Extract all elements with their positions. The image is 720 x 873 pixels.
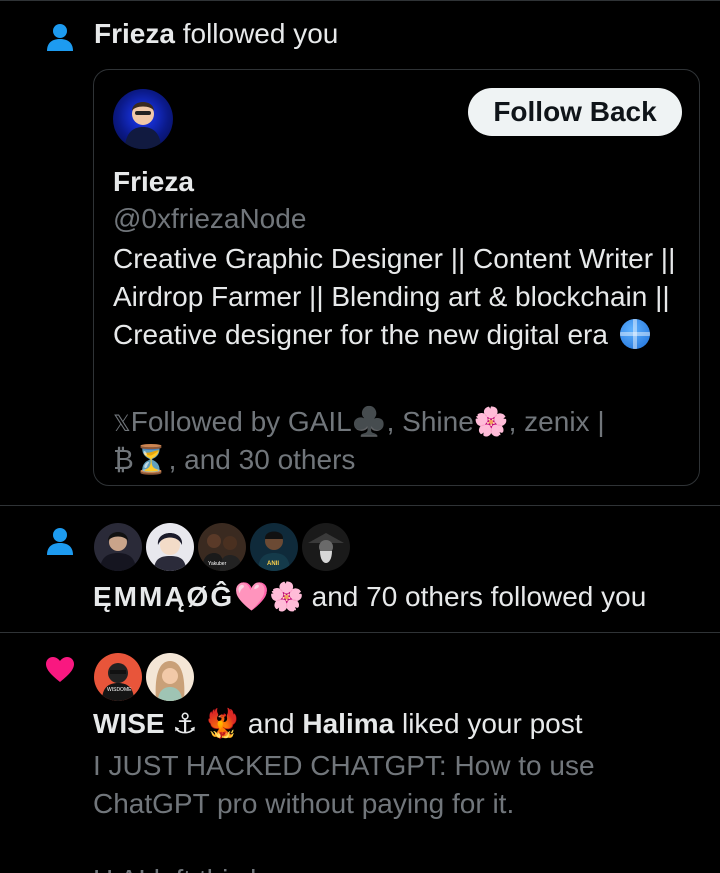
followed-by-summary[interactable]: 𝕏Followed by GAIL♣️, Shine🌸, zenix | ₿⏳,… [113,404,673,478]
notifications-page: Frieza followed you Follow Back Frieza @… [0,0,720,873]
avatar[interactable] [93,522,143,572]
globe-icon [619,319,650,349]
avatar[interactable] [145,652,195,702]
liked-post-preview[interactable]: I JUST HACKED CHATGPT: How to use ChatGP… [93,747,693,873]
follow-back-button[interactable]: Follow Back [468,88,682,136]
avatar[interactable]: Yakuber [197,522,247,572]
like-action-text: liked your post [401,708,583,739]
liker-name[interactable]: WISE ⚓ 🐦‍🔥 [93,708,240,739]
follower-name[interactable]: ĘMMĄØĜ [93,581,234,612]
follower-name[interactable]: Frieza [94,18,175,49]
avatar[interactable] [145,522,195,572]
avatar[interactable] [301,522,351,572]
like-notification[interactable]: WISDOME WISE ⚓ 🐦‍🔥 and Halima liked your… [0,633,720,873]
avatar[interactable] [113,89,173,149]
follow-notification-group[interactable]: Yakuber ANII ĘMMĄØĜ🩷🌸 and 70 others foll… [0,506,720,633]
post-text: I JUST HACKED CHATGPT: How to use ChatGP… [93,750,595,819]
follow-headline: Frieza followed you [94,17,338,51]
avatar[interactable]: WISDOME [93,652,143,702]
follow-notification-frieza[interactable]: Frieza followed you Follow Back Frieza @… [0,0,720,506]
person-icon [44,525,76,557]
connector-text: and [247,708,295,739]
profile-name[interactable]: Frieza [113,166,194,198]
profile-bio: Creative Graphic Designer || Content Wri… [113,240,688,354]
x-logo-icon: 𝕏 [113,411,131,436]
avatar-label: ANII [267,561,279,567]
follow-action-text: and 70 others followed you [311,581,647,612]
like-headline: WISE ⚓ 🐦‍🔥 and Halima liked your post [93,706,583,742]
name-emoji: 🩷🌸 [234,581,304,612]
bio-text: Creative Graphic Designer || Content Wri… [113,243,676,350]
avatar[interactable]: ANII [249,522,299,572]
followed-by-text: Followed by GAIL♣️, Shine🌸, zenix | ₿⏳, … [113,406,605,475]
heart-icon [44,654,76,686]
person-icon [44,21,76,53]
avatar-label: WISDOME [107,687,132,693]
profile-card[interactable]: Follow Back Frieza @0xfriezaNode Creativ… [93,69,700,486]
avatar-label: Yakuber [208,561,227,567]
profile-handle[interactable]: @0xfriezaNode [113,203,306,235]
post-text-truncated: H AI left this l [93,861,693,873]
liker-name[interactable]: Halima [302,708,394,739]
follow-group-headline: ĘMMĄØĜ🩷🌸 and 70 others followed you [93,579,646,615]
follow-action-text: followed you [182,18,339,49]
